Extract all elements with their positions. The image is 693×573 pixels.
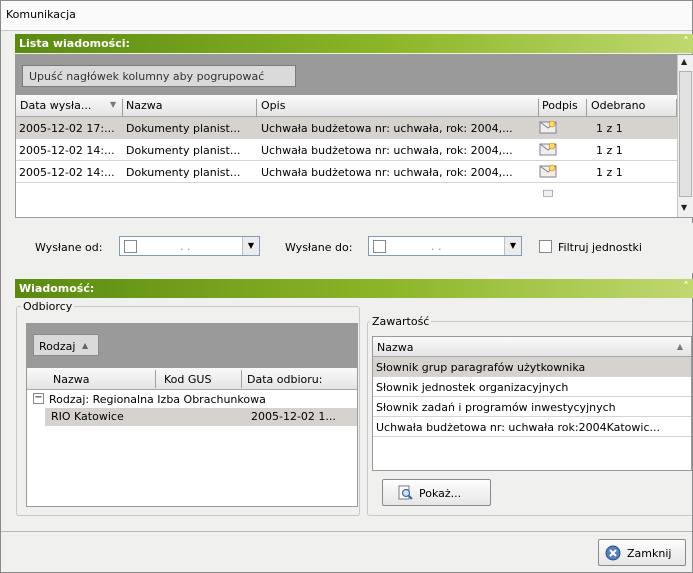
- table-row[interactable]: 2005-12-02 14:... Dokumenty planist... U…: [16, 139, 678, 161]
- cell-nazwa: Dokumenty planist...: [126, 144, 241, 157]
- col-header-data-odbioru[interactable]: Data odbioru:: [247, 373, 322, 386]
- collapse-group-icon[interactable]: −: [33, 393, 44, 404]
- cell-data: 2005-12-02 17:...: [19, 122, 115, 135]
- col-header-opis[interactable]: Opis: [261, 99, 285, 112]
- table-row-partial[interactable]: [16, 183, 678, 197]
- group-by-hint: Upuść nagłówek kolumny aby pogrupować: [22, 65, 296, 87]
- cell-opis: Uchwała budżetowa nr: uchwała, rok: 2004…: [261, 122, 513, 135]
- col-header-data-wyslania[interactable]: Data wysła...: [20, 99, 91, 112]
- wyslane-od-datepicker[interactable]: . . ▼: [119, 236, 260, 256]
- col-header-nazwa: Nazwa: [377, 341, 414, 354]
- group-row[interactable]: − Rodzaj: Regionalna Izba Obrachunkowa: [27, 390, 357, 408]
- cell-nazwa: Dokumenty planist...: [126, 122, 241, 135]
- cell-odebrano: 1 z 1: [596, 166, 623, 179]
- list-item[interactable]: Uchwała budżetowa nr: uchwała rok:2004Ka…: [373, 417, 691, 437]
- wyslane-do-checkbox[interactable]: [373, 240, 386, 253]
- cell-data-odbioru: 2005-12-02 1...: [251, 410, 336, 423]
- cell-data: 2005-12-02 14:...: [19, 144, 115, 157]
- col-header-kod-gus[interactable]: Kod GUS: [164, 373, 211, 386]
- odbiorcy-groupbox: Odbiorcy Rodzaj ▲ Nazwa Kod GUS Data odb…: [16, 300, 360, 516]
- cell-opis: Uchwała budżetowa nr: uchwała, rok: 2004…: [261, 144, 513, 157]
- cell-odebrano: 1 z 1: [596, 122, 623, 135]
- collapse-icon[interactable]: ˄: [683, 280, 689, 294]
- list-item[interactable]: Słownik grup paragrafów użytkownika: [373, 357, 691, 377]
- zawartosc-legend: Zawartość: [370, 315, 432, 328]
- group-by-bar[interactable]: Upuść nagłówek kolumny aby pogrupować: [16, 55, 678, 95]
- list-item-label: Uchwała budżetowa nr: uchwała rok:2004Ka…: [376, 421, 660, 434]
- wyslane-do-datepicker[interactable]: . . ▼: [368, 236, 522, 256]
- filtruj-jednostki-label: Filtruj jednostki: [558, 241, 642, 254]
- window-title: Komunikacja: [6, 8, 76, 21]
- wyslane-do-value: . .: [431, 240, 442, 253]
- wyslane-od-value: . .: [180, 240, 191, 253]
- sort-desc-icon: ▼: [110, 100, 117, 109]
- odbiorcy-grid: Rodzaj ▲ Nazwa Kod GUS Data odbioru: − R…: [26, 323, 358, 507]
- sort-asc-icon: ▲: [676, 342, 683, 351]
- pokaz-label: Pokaż...: [419, 487, 462, 500]
- filtruj-jednostki-checkbox[interactable]: [539, 240, 552, 253]
- grid-header: Data wysła... ▼ Nazwa Opis Podpis Odebra…: [16, 95, 678, 117]
- signature-envelope-icon: [543, 189, 553, 197]
- close-icon: [605, 545, 621, 561]
- preview-icon: [398, 485, 413, 500]
- table-row[interactable]: RIO Katowice 2005-12-02 1...: [45, 408, 357, 426]
- cell-opis: Uchwała budżetowa nr: uchwała, rok: 2004…: [261, 166, 513, 179]
- zawartosc-list: Nazwa ▲ Słownik grup paragrafów użytkown…: [372, 336, 692, 471]
- wyslane-od-label: Wysłane od:: [35, 241, 103, 254]
- footer-bar: Zamknij: [1, 531, 692, 572]
- list-item-label: Słownik jednostek organizacyjnych: [376, 381, 569, 394]
- group-row-label: Rodzaj: Regionalna Izba Obrachunkowa: [49, 393, 266, 406]
- col-header-podpis[interactable]: Podpis: [542, 99, 578, 112]
- zamknij-button[interactable]: Zamknij: [598, 539, 686, 566]
- sort-asc-icon: ▲: [82, 341, 89, 350]
- signature-envelope-icon: [539, 120, 557, 134]
- col-header-nazwa[interactable]: Nazwa: [126, 99, 162, 112]
- zawartosc-header[interactable]: Nazwa ▲: [373, 337, 691, 357]
- wyslane-od-checkbox[interactable]: [124, 240, 137, 253]
- scroll-up-arrow-icon[interactable]: ▲: [681, 57, 687, 66]
- scroll-down-arrow-icon[interactable]: ▼: [681, 203, 687, 212]
- cell-odebrano: 1 z 1: [596, 144, 623, 157]
- wiadomosc-header[interactable]: Wiadomość: ˄: [15, 279, 693, 298]
- wiadomosc-title: Wiadomość:: [19, 282, 95, 295]
- pokaz-button[interactable]: Pokaż...: [382, 479, 491, 506]
- odbiorcy-header: Nazwa Kod GUS Data odbioru:: [27, 368, 357, 390]
- scroll-thumb[interactable]: [679, 71, 692, 197]
- chevron-down-icon[interactable]: ▼: [242, 237, 259, 255]
- message-grid-scrollbar[interactable]: ▲ ▼: [677, 55, 693, 217]
- signature-envelope-icon: [539, 164, 557, 178]
- group-rodzaj-button[interactable]: Rodzaj ▲: [33, 334, 99, 356]
- cell-nazwa: RIO Katowice: [51, 410, 124, 423]
- lista-wiadomosci-header[interactable]: Lista wiadomości: ˄: [15, 34, 693, 53]
- list-item[interactable]: Słownik zadań i programów inwestycyjnych: [373, 397, 691, 417]
- list-item-label: Słownik zadań i programów inwestycyjnych: [376, 401, 616, 414]
- collapse-icon[interactable]: ˄: [683, 35, 689, 49]
- cell-nazwa: Dokumenty planist...: [126, 166, 241, 179]
- lista-wiadomosci-title: Lista wiadomości:: [19, 37, 130, 50]
- group-rodzaj-label: Rodzaj: [39, 340, 76, 353]
- odbiorcy-group-bar[interactable]: Rodzaj ▲: [27, 324, 357, 368]
- chevron-down-icon[interactable]: ▼: [504, 237, 521, 255]
- title-bar: Komunikacja: [1, 1, 692, 31]
- cell-data: 2005-12-02 14:...: [19, 166, 115, 179]
- message-grid: Upuść nagłówek kolumny aby pogrupować Da…: [15, 54, 693, 218]
- komunikacja-window: Komunikacja Lista wiadomości: ˄ Upuść na…: [0, 0, 693, 573]
- zamknij-label: Zamknij: [627, 547, 672, 560]
- odbiorcy-legend: Odbiorcy: [21, 300, 75, 313]
- wyslane-do-label: Wysłane do:: [285, 241, 353, 254]
- col-header-odebrano[interactable]: Odebrano: [591, 99, 645, 112]
- list-item[interactable]: Słownik jednostek organizacyjnych: [373, 377, 691, 397]
- table-row[interactable]: 2005-12-02 14:... Dokumenty planist... U…: [16, 161, 678, 183]
- col-header-nazwa[interactable]: Nazwa: [53, 373, 89, 386]
- signature-envelope-icon: [539, 142, 557, 156]
- filter-bar: Wysłane od: . . ▼ Wysłane do: . . ▼ Filt…: [15, 223, 693, 273]
- table-row[interactable]: 2005-12-02 17:... Dokumenty planist... U…: [16, 117, 678, 139]
- list-item-label: Słownik grup paragrafów użytkownika: [376, 361, 586, 374]
